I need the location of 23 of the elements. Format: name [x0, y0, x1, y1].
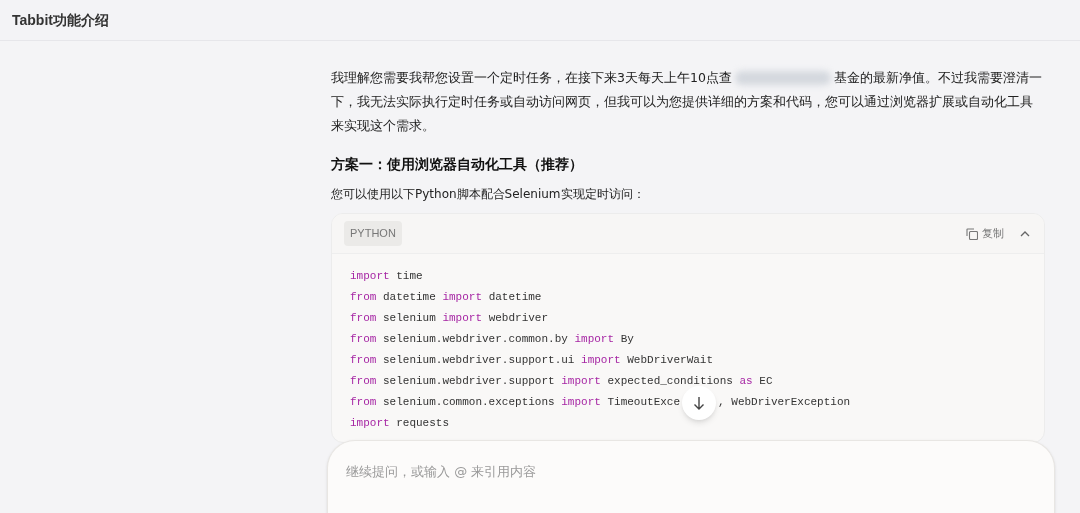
message-input[interactable]: 继续提问，或输入 @ 来引用内容: [346, 462, 1036, 482]
code-text: from selenium.webdriver.common.by import By: [350, 332, 634, 347]
code-text: import requests: [350, 416, 450, 431]
code-text: import time: [350, 269, 423, 284]
paragraph-text: 下，我无法实际执行定时任务或自动访问网页，但我可以为您提供详细的方案和代码，您可以通过浏览器扩展或自动化工具来实现这个需求。: [331, 93, 1034, 135]
paragraph-text: 基金的最新净值。不过我需要澄清一: [833, 69, 1042, 87]
code-text: from selenium.webdriver.support.ui import WebDriverWait: [350, 353, 714, 368]
arrow-down-icon: [693, 396, 706, 410]
code-text: from selenium import webdriver: [350, 311, 549, 326]
paragraph-text: 您可以使用以下Python脚本配合Selenium实现定时访问：: [331, 186, 646, 203]
code-text: from selenium.webdriver.support import expected_conditions as EC: [350, 374, 773, 389]
scroll-down-button[interactable]: [682, 386, 717, 420]
code-text: from datetime import datetime: [350, 290, 542, 305]
message-field[interactable]: 继续提问，或输入 @ 来引用内容: [327, 440, 1055, 513]
code-text: , WebDriverException: [718, 395, 851, 410]
copy-icon: [966, 227, 978, 240]
section-heading: 方案一：使用浏览器自动化工具（推荐）: [331, 155, 584, 174]
language-badge: PYTHON: [344, 221, 402, 246]
paragraph-text: 我理解您需要我帮您设置一个定时任务，在接下来3天每天上午10点查: [331, 69, 732, 87]
copy-button[interactable]: 复制: [966, 225, 1004, 242]
window-title: Tabbit功能介绍: [12, 10, 109, 30]
chevron-icon: [1020, 230, 1030, 237]
code-text: from selenium.common.exceptions import TimeoutExce: [350, 395, 681, 410]
